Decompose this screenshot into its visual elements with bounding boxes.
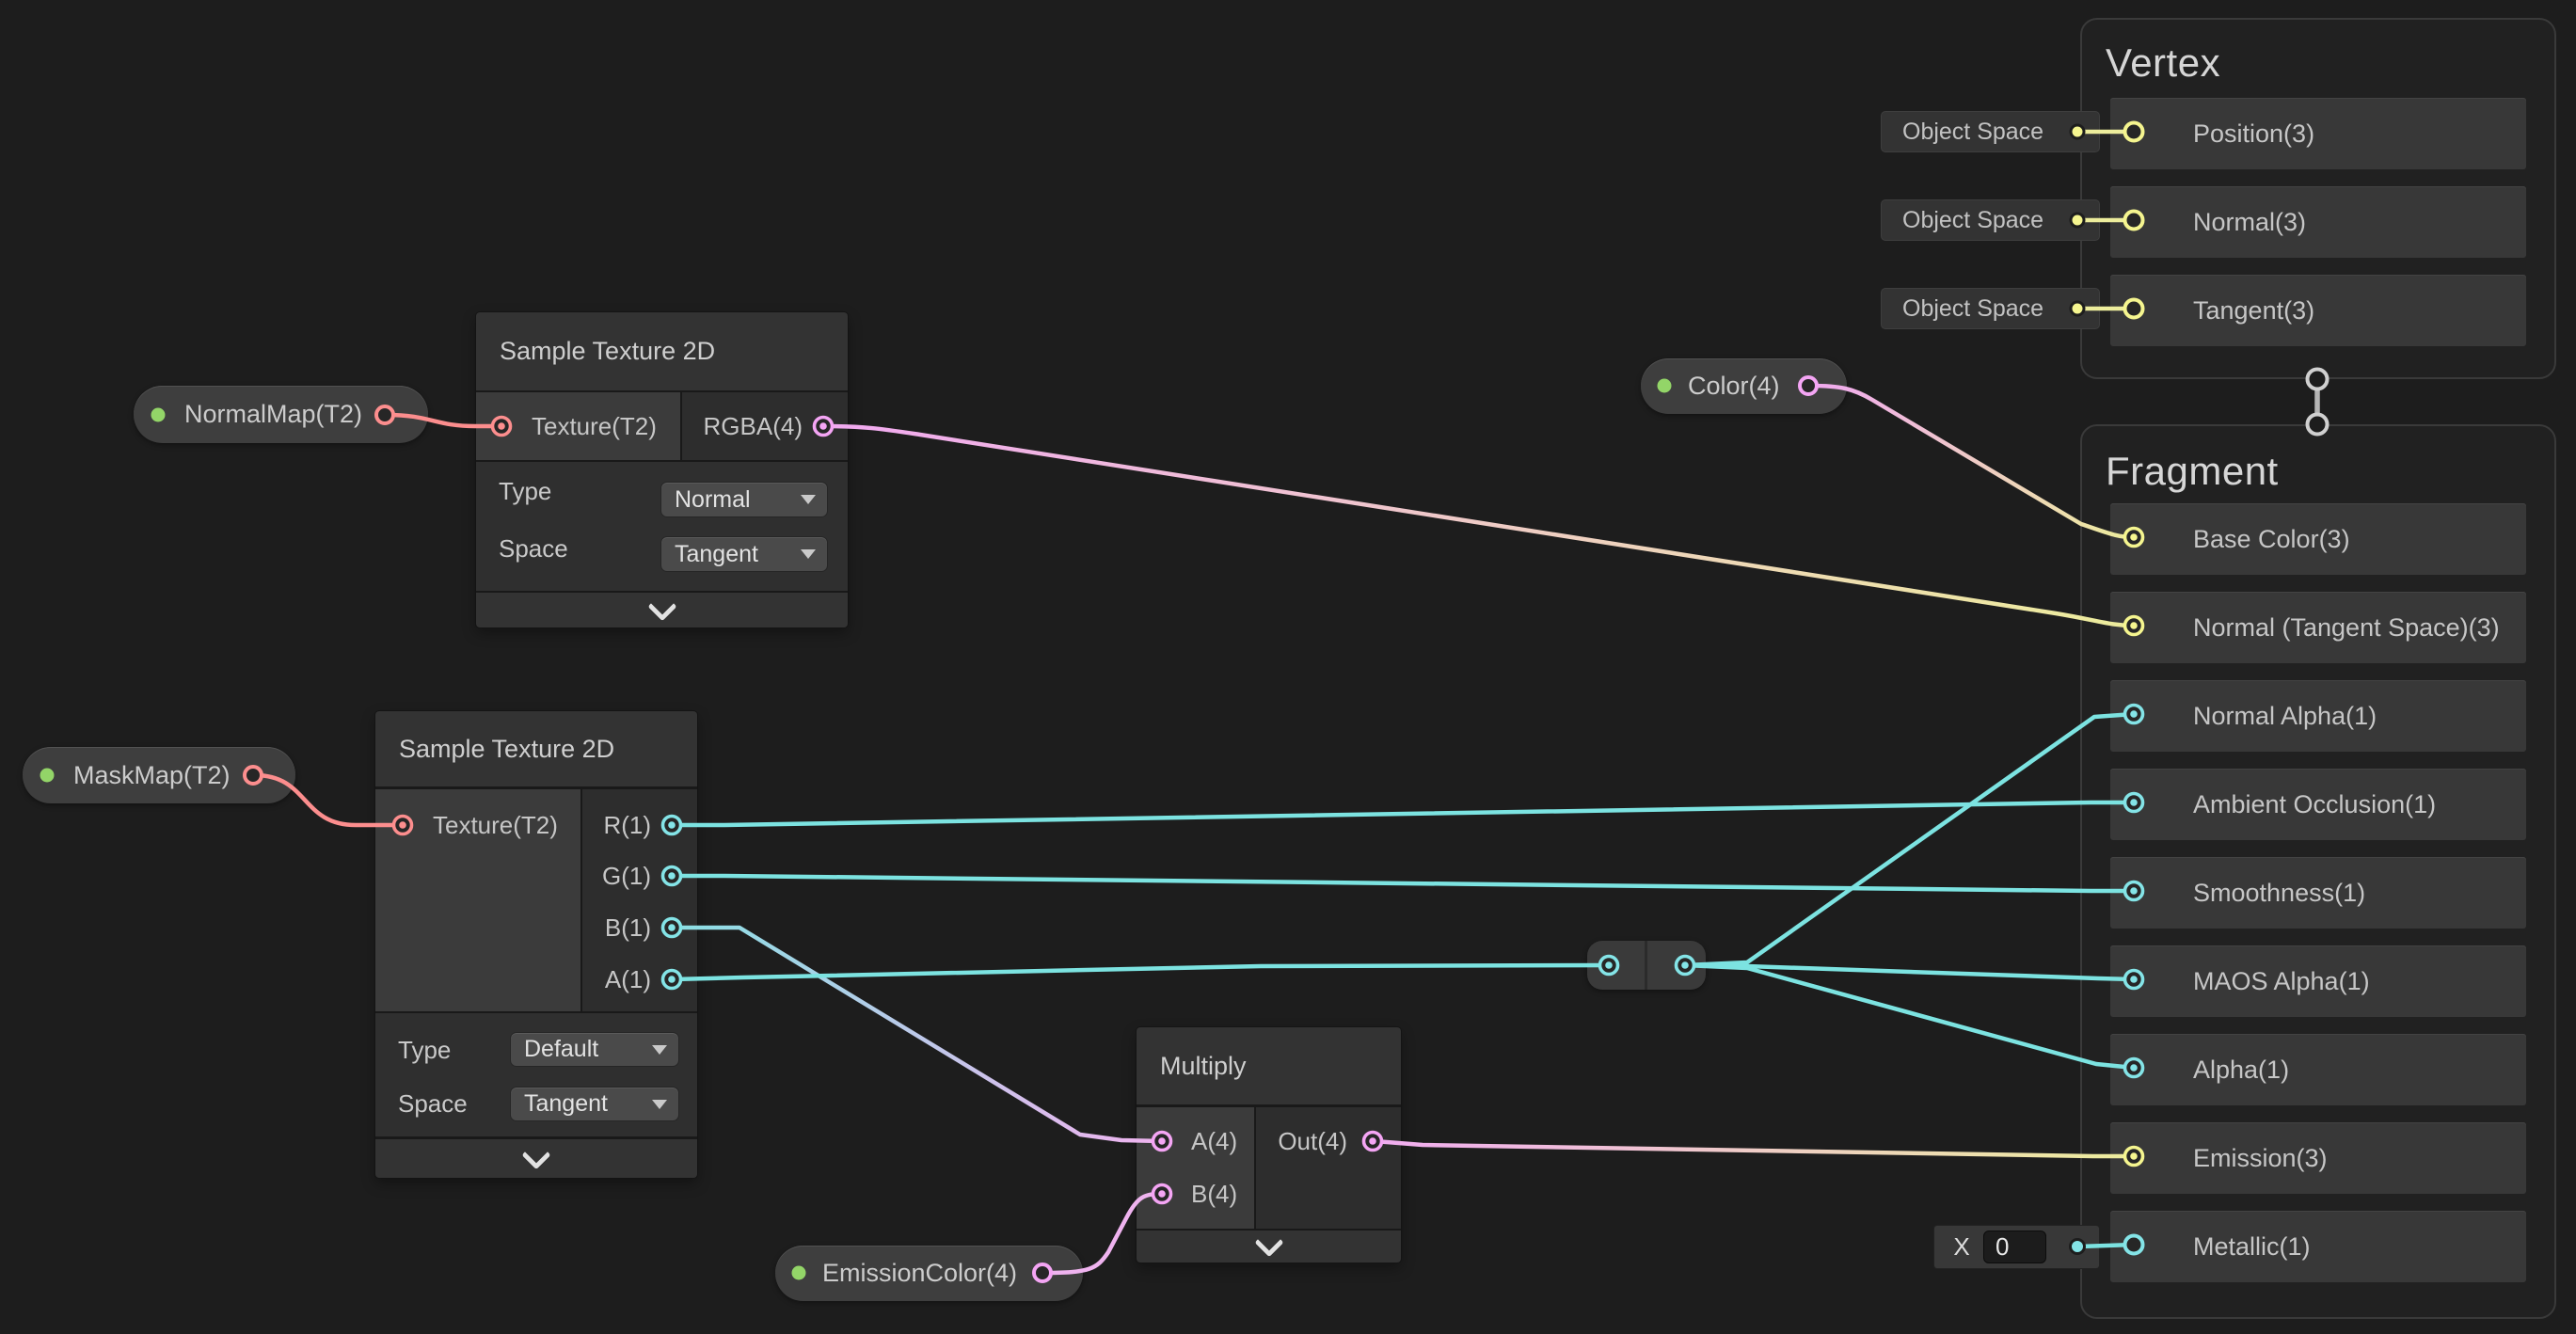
sample-top-space-label: Space bbox=[499, 521, 568, 576]
metallic-float-field-node[interactable]: X bbox=[1934, 1226, 2099, 1268]
edge-b-to-multiply-a[interactable] bbox=[674, 928, 1162, 1141]
sample-top-space-value: Tangent bbox=[675, 541, 758, 568]
multiply-node[interactable]: Multiply A(4) B(4) Out(4) bbox=[1137, 1027, 1401, 1263]
color-pill-label: Color(4) bbox=[1688, 358, 1780, 414]
fragment-row-metallic-label: Metallic(1) bbox=[2193, 1211, 2311, 1282]
vertex-row-position-label: Position(3) bbox=[2193, 98, 2314, 169]
chevron-down-icon bbox=[647, 592, 676, 621]
edge-g-to-smoothness[interactable] bbox=[674, 876, 2134, 891]
sample-bottom-type-value: Default bbox=[524, 1036, 598, 1063]
dropdown-caret-icon bbox=[652, 1100, 667, 1109]
redirect-node-divider bbox=[1645, 941, 1647, 990]
metallic-x-label: X bbox=[1948, 1226, 1976, 1268]
fragment-row-alpha-label: Alpha(1) bbox=[2193, 1034, 2289, 1105]
vertex-row-tangent: Tangent(3) bbox=[2110, 275, 2526, 346]
fragment-row-normal-alpha-label: Normal Alpha(1) bbox=[2193, 680, 2377, 752]
fragment-row-base-color-label: Base Color(3) bbox=[2193, 503, 2350, 575]
sample-bottom-a-output-label: A(1) bbox=[527, 945, 651, 1013]
fragment-row-smoothness-label: Smoothness(1) bbox=[2193, 857, 2365, 929]
object-space-pill-tangent[interactable]: Object Space bbox=[1881, 288, 2100, 329]
property-pill-emissioncolor[interactable]: EmissionColor(4) bbox=[775, 1246, 1083, 1301]
sample-bottom-space-label: Space bbox=[398, 1076, 468, 1131]
sample-texture-2d-node-bottom[interactable]: Sample Texture 2D Texture(T2) R(1) G(1) … bbox=[375, 711, 697, 1178]
fragment-row-normal-alpha: Normal Alpha(1) bbox=[2110, 680, 2526, 752]
multiply-collapse-button[interactable] bbox=[1137, 1231, 1401, 1263]
sample-top-collapse-button[interactable] bbox=[476, 593, 848, 627]
fragment-row-maos-alpha: MAOS Alpha(1) bbox=[2110, 945, 2526, 1017]
fragment-row-ambient-occlusion-label: Ambient Occlusion(1) bbox=[2193, 769, 2436, 840]
metallic-value-input[interactable] bbox=[1983, 1231, 2046, 1263]
dropdown-caret-icon bbox=[801, 495, 816, 504]
edge-redirect-to-alpha[interactable] bbox=[1685, 965, 2134, 1068]
object-space-pill-position[interactable]: Object Space bbox=[1881, 111, 2100, 152]
edge-rgba-to-normal-tangent-space[interactable] bbox=[823, 426, 2134, 626]
fragment-row-ambient-occlusion: Ambient Occlusion(1) bbox=[2110, 769, 2526, 840]
fragment-row-base-color: Base Color(3) bbox=[2110, 503, 2526, 575]
sample-bottom-collapse-button[interactable] bbox=[375, 1139, 697, 1178]
fragment-title: Fragment bbox=[2106, 449, 2279, 494]
sample-top-space-dropdown[interactable]: Tangent bbox=[660, 536, 828, 572]
multiply-title: Multiply bbox=[1137, 1027, 1401, 1104]
sample-texture-2d-top-title: Sample Texture 2D bbox=[476, 312, 848, 390]
chevron-down-icon bbox=[1254, 1228, 1283, 1257]
vertex-row-normal-label: Normal(3) bbox=[2193, 186, 2306, 258]
dropdown-caret-icon bbox=[801, 549, 816, 559]
edge-multiply-out-to-emission[interactable] bbox=[1375, 1141, 2134, 1156]
sample-bottom-space-value: Tangent bbox=[524, 1090, 608, 1118]
vertex-row-tangent-label: Tangent(3) bbox=[2193, 275, 2314, 346]
vertex-context-node[interactable]: Vertex Position(3) Normal(3) Tangent(3) bbox=[2080, 18, 2556, 379]
fragment-row-emission: Emission(3) bbox=[2110, 1122, 2526, 1194]
sample-top-type-value: Normal bbox=[675, 486, 751, 514]
sample-top-type-dropdown[interactable]: Normal bbox=[660, 482, 828, 517]
maskmap-pill-label: MaskMap(T2) bbox=[73, 747, 231, 803]
chevron-down-icon bbox=[521, 1140, 550, 1169]
fragment-row-normal-ts: Normal (Tangent Space)(3) bbox=[2110, 592, 2526, 663]
sample-top-texture-input-label: Texture(T2) bbox=[532, 392, 657, 460]
fragment-context-node[interactable]: Fragment Base Color(3) Normal (Tangent S… bbox=[2080, 424, 2556, 1319]
fragment-row-metallic: Metallic(1) bbox=[2110, 1211, 2526, 1282]
sample-bottom-type-label: Type bbox=[398, 1023, 451, 1077]
normalmap-pill-label: NormalMap(T2) bbox=[184, 386, 362, 443]
edge-redirect-to-normal-alpha[interactable] bbox=[1685, 714, 2134, 965]
edge-r-to-ambient-occlusion[interactable] bbox=[674, 802, 2134, 825]
sample-bottom-space-dropdown[interactable]: Tangent bbox=[510, 1087, 679, 1121]
fragment-row-smoothness: Smoothness(1) bbox=[2110, 857, 2526, 929]
sample-texture-2d-node-top[interactable]: Sample Texture 2D Texture(T2) RGBA(4) Ty… bbox=[476, 312, 848, 627]
multiply-out-label: Out(4) bbox=[1223, 1107, 1347, 1175]
sample-texture-2d-bottom-title: Sample Texture 2D bbox=[375, 711, 697, 786]
sample-bottom-type-dropdown[interactable]: Default bbox=[510, 1032, 679, 1067]
vertex-row-position: Position(3) bbox=[2110, 98, 2526, 169]
fragment-row-normal-ts-label: Normal (Tangent Space)(3) bbox=[2193, 592, 2500, 663]
vertex-title: Vertex bbox=[2106, 40, 2220, 86]
dropdown-caret-icon bbox=[652, 1045, 667, 1055]
emissioncolor-pill-label: EmissionColor(4) bbox=[822, 1246, 1017, 1301]
fragment-row-alpha: Alpha(1) bbox=[2110, 1034, 2526, 1105]
vertex-row-normal: Normal(3) bbox=[2110, 186, 2526, 258]
fragment-row-maos-alpha-label: MAOS Alpha(1) bbox=[2193, 945, 2370, 1017]
sample-top-type-label: Type bbox=[499, 464, 551, 518]
fragment-row-emission-label: Emission(3) bbox=[2193, 1122, 2328, 1194]
object-space-pill-normal[interactable]: Object Space bbox=[1881, 199, 2100, 241]
sample-top-rgba-output-label: RGBA(4) bbox=[682, 392, 803, 460]
shader-graph-canvas[interactable]: Vertex Position(3) Normal(3) Tangent(3) … bbox=[0, 0, 2576, 1334]
property-pill-normalmap[interactable]: NormalMap(T2) bbox=[134, 386, 428, 443]
